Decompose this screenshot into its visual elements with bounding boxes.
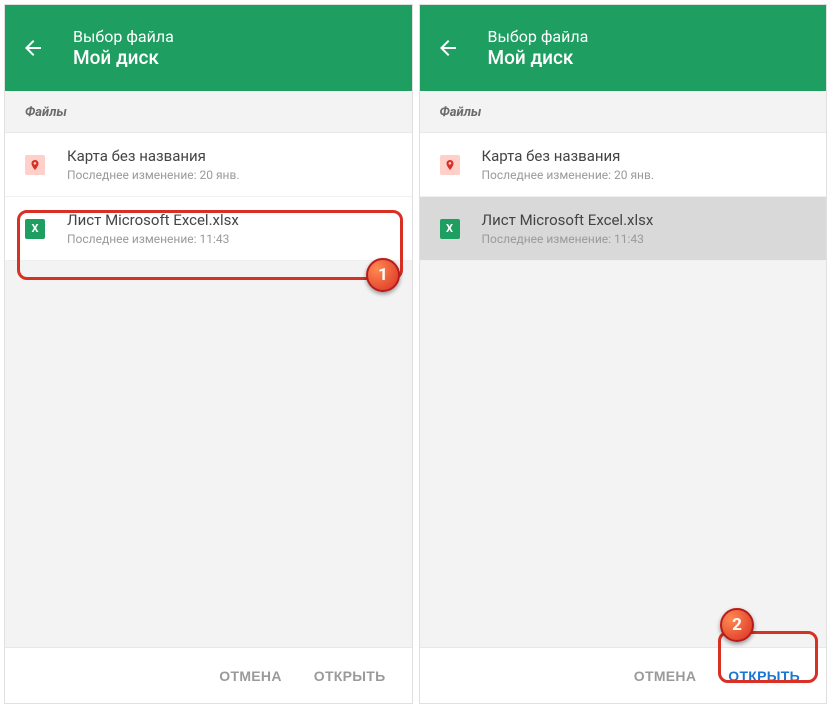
file-list: Карта без названия Последнее изменение: … (420, 133, 827, 261)
file-meta: Последнее изменение: 11:43 (67, 232, 239, 246)
map-file-icon (25, 155, 45, 175)
file-text: Карта без названия Последнее изменение: … (67, 147, 240, 182)
step-badge: 1 (366, 258, 400, 292)
file-item-map[interactable]: Карта без названия Последнее изменение: … (5, 133, 412, 197)
map-file-icon (440, 155, 460, 175)
file-meta: Последнее изменение: 11:43 (482, 232, 654, 246)
cancel-button[interactable]: ОТМЕНА (207, 658, 293, 694)
file-item-excel[interactable]: X Лист Microsoft Excel.xlsx Последнее из… (5, 197, 412, 261)
file-meta: Последнее изменение: 20 янв. (482, 168, 655, 182)
step-badge: 2 (720, 608, 754, 642)
header-title: Мой диск (488, 46, 589, 69)
section-label: Файлы (420, 91, 827, 133)
file-list: Карта без названия Последнее изменение: … (5, 133, 412, 261)
file-name: Карта без названия (482, 147, 655, 165)
excel-file-icon: X (25, 219, 45, 239)
phone-screen-left: Выбор файла Мой диск Файлы Карта без наз… (4, 4, 413, 704)
file-meta: Последнее изменение: 20 янв. (67, 168, 240, 182)
app-header: Выбор файла Мой диск (420, 5, 827, 91)
header-title: Мой диск (73, 46, 174, 69)
app-header: Выбор файла Мой диск (5, 5, 412, 91)
file-text: Лист Microsoft Excel.xlsx Последнее изме… (482, 211, 654, 246)
open-button[interactable]: ОТКРЫТЬ (302, 658, 398, 694)
file-name: Карта без названия (67, 147, 240, 165)
back-arrow-icon[interactable] (21, 36, 45, 60)
header-text: Выбор файла Мой диск (73, 27, 174, 69)
header-subtitle: Выбор файла (73, 27, 174, 46)
phone-screen-right: Выбор файла Мой диск Файлы Карта без наз… (419, 4, 828, 704)
cancel-button[interactable]: ОТМЕНА (622, 658, 708, 694)
file-name: Лист Microsoft Excel.xlsx (67, 211, 239, 229)
open-button[interactable]: ОТКРЫТЬ (716, 658, 812, 694)
file-text: Карта без названия Последнее изменение: … (482, 147, 655, 182)
footer-bar: ОТМЕНА ОТКРЫТЬ (420, 647, 827, 703)
header-subtitle: Выбор файла (488, 27, 589, 46)
file-name: Лист Microsoft Excel.xlsx (482, 211, 654, 229)
file-text: Лист Microsoft Excel.xlsx Последнее изме… (67, 211, 239, 246)
file-item-map[interactable]: Карта без названия Последнее изменение: … (420, 133, 827, 197)
header-text: Выбор файла Мой диск (488, 27, 589, 69)
section-label: Файлы (5, 91, 412, 133)
footer-bar: ОТМЕНА ОТКРЫТЬ (5, 647, 412, 703)
excel-file-icon: X (440, 219, 460, 239)
back-arrow-icon[interactable] (436, 36, 460, 60)
file-item-excel[interactable]: X Лист Microsoft Excel.xlsx Последнее из… (420, 197, 827, 261)
